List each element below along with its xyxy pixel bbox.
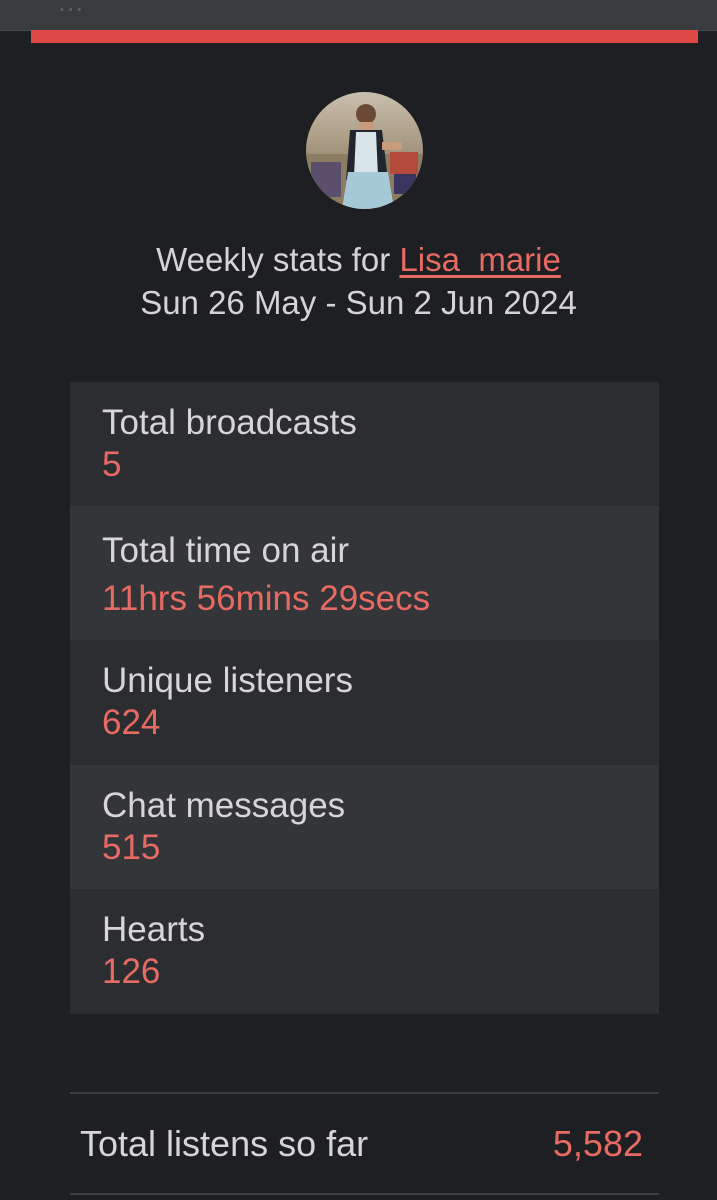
stat-row-total-time-on-air: Total time on air 11hrs 56mins 29secs: [70, 506, 659, 640]
top-navigation-bar: ...: [0, 0, 717, 31]
divider: [70, 1092, 659, 1094]
avatar-photo-icon: [306, 92, 423, 209]
stat-value: 624: [102, 703, 161, 742]
username-link[interactable]: Lisa_marie: [399, 241, 560, 278]
stat-label: Total time on air: [102, 531, 350, 570]
heading-prefix: Weekly stats for: [156, 241, 391, 278]
stat-row-chat-messages: Chat messages 515: [70, 765, 659, 889]
accent-line: [31, 30, 698, 43]
divider: [70, 1193, 659, 1195]
stats-table: Total broadcasts 5 Total time on air 11h…: [70, 382, 659, 1014]
stat-row-unique-listeners: Unique listeners 624: [70, 640, 659, 765]
weekly-stats-heading: Weekly stats for Lisa_marie Sun 26 May -…: [0, 238, 717, 324]
stat-label: Hearts: [102, 910, 206, 949]
total-listens-label: Total listens so far: [80, 1123, 369, 1164]
stat-value: 126: [102, 952, 161, 991]
stat-value: 5: [102, 445, 122, 484]
top-bar-title: ...: [58, 0, 85, 17]
stat-value: 11hrs 56mins 29secs: [102, 579, 431, 618]
stat-row-hearts: Hearts 126: [70, 889, 659, 1014]
user-avatar[interactable]: [306, 92, 423, 209]
stat-label: Unique listeners: [102, 661, 353, 700]
date-range: Sun 26 May - Sun 2 Jun 2024: [140, 284, 577, 321]
stat-value: 515: [102, 828, 161, 867]
stat-label: Total broadcasts: [102, 403, 357, 442]
stat-label: Chat messages: [102, 786, 346, 825]
stat-row-total-broadcasts: Total broadcasts 5: [70, 382, 659, 506]
total-listens-value: 5,582: [552, 1123, 643, 1164]
